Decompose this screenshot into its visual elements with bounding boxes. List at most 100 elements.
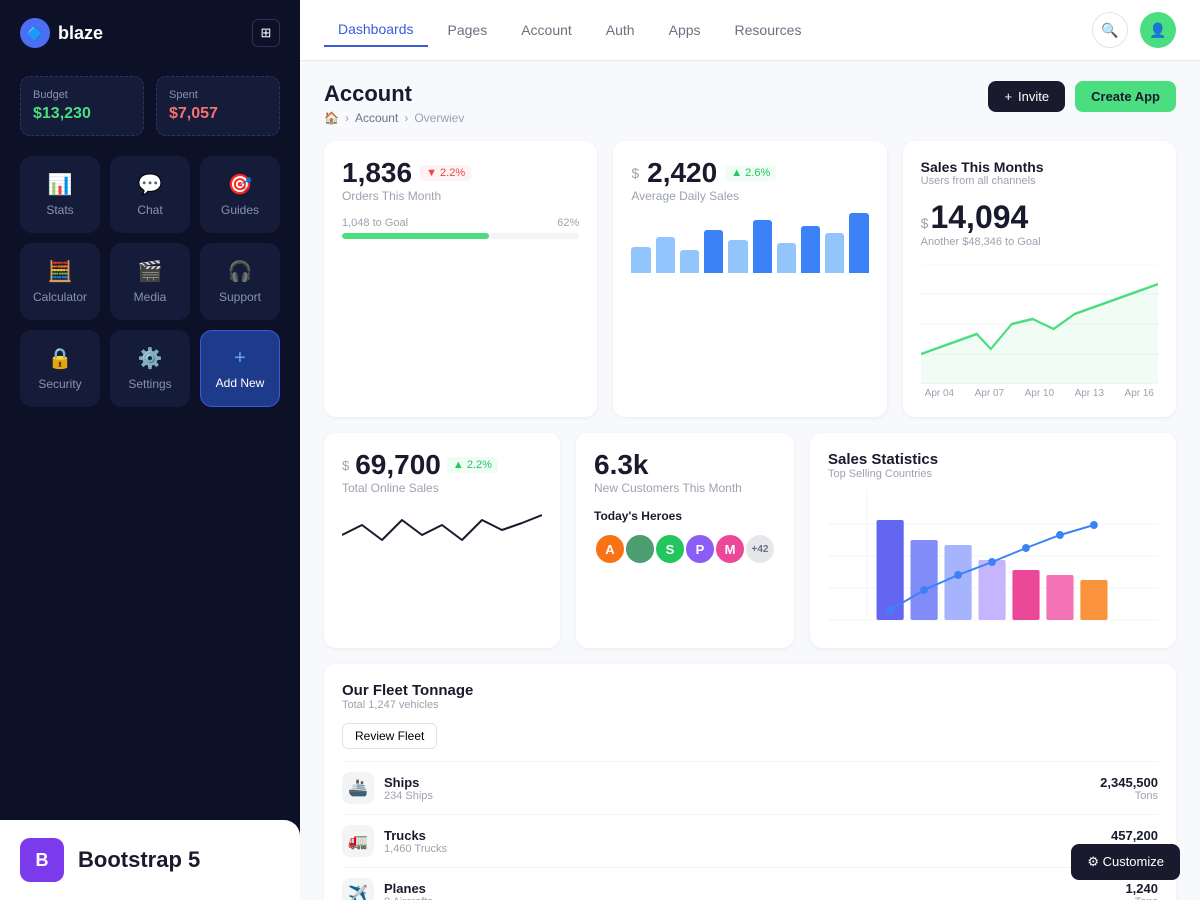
line-chart-svg bbox=[921, 264, 1158, 384]
tab-resources[interactable]: Resources bbox=[721, 14, 816, 46]
sales-goal-text: Another $48,346 to Goal bbox=[921, 236, 1158, 248]
breadcrumb: 🏠 › Account › Overwiev bbox=[324, 111, 464, 125]
breadcrumb-sep2: › bbox=[404, 111, 408, 125]
sales-month-title: Sales This Months bbox=[921, 159, 1158, 175]
logo-icon: 🔷 bbox=[20, 18, 50, 48]
sidebar-item-guides-label: Guides bbox=[221, 203, 259, 217]
sales-month-subtitle: Users from all channels bbox=[921, 175, 1158, 187]
sidebar-item-calculator-label: Calculator bbox=[33, 290, 87, 304]
sidebar-item-support[interactable]: 🎧 Support bbox=[200, 243, 280, 320]
breadcrumb-account[interactable]: Account bbox=[355, 111, 398, 125]
sidebar-item-chat[interactable]: 💬 Chat bbox=[110, 156, 190, 233]
online-value: 69,700 bbox=[355, 451, 441, 479]
ships-num: 2,345,500 bbox=[1100, 775, 1158, 790]
bar-8 bbox=[801, 226, 820, 273]
x-label-2: Apr 07 bbox=[975, 388, 1004, 399]
ships-name: Ships bbox=[384, 775, 1100, 790]
sales-stats-subtitle: Top Selling Countries bbox=[828, 468, 1158, 480]
ships-value: 2,345,500 Tons bbox=[1100, 775, 1158, 802]
sidebar-item-settings[interactable]: ⚙️ Settings bbox=[110, 330, 190, 407]
support-icon: 🎧 bbox=[228, 259, 253, 284]
bar-9 bbox=[825, 233, 844, 273]
search-button[interactable]: 🔍 bbox=[1092, 12, 1128, 48]
sidebar-item-security[interactable]: 🔒 Security bbox=[20, 330, 100, 407]
planes-name: Planes bbox=[384, 881, 1125, 896]
online-sales-card: $ 69,700 ▲ 2.2% Total Online Sales bbox=[324, 433, 560, 648]
daily-currency: $ bbox=[631, 165, 639, 181]
sidebar-header: 🔷 blaze ⊞ bbox=[0, 0, 300, 66]
invite-button[interactable]: + Invite bbox=[988, 81, 1065, 112]
page-header: Account 🏠 › Account › Overwiev + Invite … bbox=[324, 81, 1176, 125]
sidebar-menu-button[interactable]: ⊞ bbox=[252, 19, 280, 47]
sales-stats-chart bbox=[828, 490, 1158, 630]
sales-month-value: 14,094 bbox=[930, 199, 1028, 236]
hero-avatar-3: S bbox=[654, 533, 686, 565]
bar-1 bbox=[631, 247, 650, 273]
guides-icon: 🎯 bbox=[228, 172, 253, 197]
progress-bar-bg bbox=[342, 233, 579, 239]
tab-auth[interactable]: Auth bbox=[592, 14, 649, 46]
fleet-title: Our Fleet Tonnage bbox=[342, 682, 1158, 699]
review-fleet-button[interactable]: Review Fleet bbox=[342, 723, 437, 749]
sidebar-item-media[interactable]: 🎬 Media bbox=[110, 243, 190, 320]
sales-month-card: Sales This Months Users from all channel… bbox=[903, 141, 1176, 417]
create-app-button[interactable]: Create App bbox=[1075, 81, 1176, 112]
budget-card: Budget $13,230 bbox=[20, 76, 144, 136]
sales-month-currency: $ bbox=[921, 215, 929, 231]
fleet-item-trucks: 🚛 Trucks 1,460 Trucks 457,200 Tons bbox=[342, 814, 1158, 867]
calculator-icon: 🧮 bbox=[48, 259, 73, 284]
bootstrap-badge: B Bootstrap 5 bbox=[0, 820, 300, 900]
daily-sales-card: $ 2,420 ▲ 2.6% Average Daily Sales bbox=[613, 141, 886, 417]
progress-text: 1,048 to Goal bbox=[342, 217, 408, 229]
tab-pages[interactable]: Pages bbox=[434, 14, 502, 46]
tab-account[interactable]: Account bbox=[507, 14, 586, 46]
customers-label: New Customers This Month bbox=[594, 481, 776, 495]
sidebar-item-security-label: Security bbox=[38, 377, 81, 391]
sidebar: 🔷 blaze ⊞ Budget $13,230 Spent $7,057 📊 … bbox=[0, 0, 300, 900]
sidebar-item-media-label: Media bbox=[134, 290, 167, 304]
online-badge: ▲ 2.2% bbox=[447, 457, 498, 473]
security-icon: 🔒 bbox=[48, 346, 73, 371]
online-label: Total Online Sales bbox=[342, 481, 542, 495]
tab-dashboards[interactable]: Dashboards bbox=[324, 13, 428, 47]
second-row: $ 69,700 ▲ 2.2% Total Online Sales 6.3k … bbox=[324, 433, 1176, 648]
sidebar-item-calculator[interactable]: 🧮 Calculator bbox=[20, 243, 100, 320]
top-navigation: Dashboards Pages Account Auth Apps Resou… bbox=[300, 0, 1200, 61]
nav-links: Dashboards Pages Account Auth Apps Resou… bbox=[324, 13, 815, 47]
bar-10 bbox=[849, 213, 868, 273]
progress-pct: 62% bbox=[557, 217, 579, 229]
hero-avatar-4: P bbox=[684, 533, 716, 565]
x-label-1: Apr 04 bbox=[925, 388, 954, 399]
fleet-item-ships: 🚢 Ships 234 Ships 2,345,500 Tons bbox=[342, 761, 1158, 814]
fleet-item-planes: ✈️ Planes 8 Aircrafts 1,240 Tons bbox=[342, 867, 1158, 900]
sidebar-item-stats[interactable]: 📊 Stats bbox=[20, 156, 100, 233]
bar-3 bbox=[680, 250, 699, 273]
sidebar-item-support-label: Support bbox=[219, 290, 261, 304]
sidebar-item-stats-label: Stats bbox=[46, 203, 73, 217]
heroes-title: Today's Heroes bbox=[594, 509, 776, 523]
stats-grid: 1,836 ▼ 2.2% Orders This Month 1,048 to … bbox=[324, 141, 1176, 417]
trucks-icon: 🚛 bbox=[342, 825, 374, 857]
user-avatar[interactable]: 👤 bbox=[1140, 12, 1176, 48]
customers-card: 6.3k New Customers This Month Today's He… bbox=[576, 433, 794, 648]
x-label-3: Apr 10 bbox=[1025, 388, 1054, 399]
orders-progress: 1,048 to Goal 62% bbox=[342, 217, 579, 239]
sidebar-item-add-new[interactable]: + Add New bbox=[200, 330, 280, 407]
sales-stats-title: Sales Statistics bbox=[828, 451, 1158, 468]
daily-value: 2,420 bbox=[647, 159, 717, 187]
planes-sub: 8 Aircrafts bbox=[384, 896, 1125, 900]
breadcrumb-current: Overwiev bbox=[414, 111, 464, 125]
hero-avatar-5: M bbox=[714, 533, 746, 565]
fleet-info-ships: Ships 234 Ships bbox=[384, 775, 1100, 802]
sidebar-item-guides[interactable]: 🎯 Guides bbox=[200, 156, 280, 233]
chat-icon: 💬 bbox=[138, 172, 163, 197]
planes-value: 1,240 Tons bbox=[1125, 881, 1158, 900]
tab-apps[interactable]: Apps bbox=[655, 14, 715, 46]
sales-line-chart bbox=[921, 264, 1158, 384]
daily-chart bbox=[631, 203, 868, 273]
settings-icon: ⚙️ bbox=[138, 346, 163, 371]
chart-x-labels: Apr 04 Apr 07 Apr 10 Apr 13 Apr 16 bbox=[921, 388, 1158, 399]
daily-label: Average Daily Sales bbox=[631, 189, 868, 203]
customize-button[interactable]: ⚙ Customize bbox=[1071, 844, 1180, 880]
invite-plus-icon: + bbox=[1004, 89, 1012, 104]
